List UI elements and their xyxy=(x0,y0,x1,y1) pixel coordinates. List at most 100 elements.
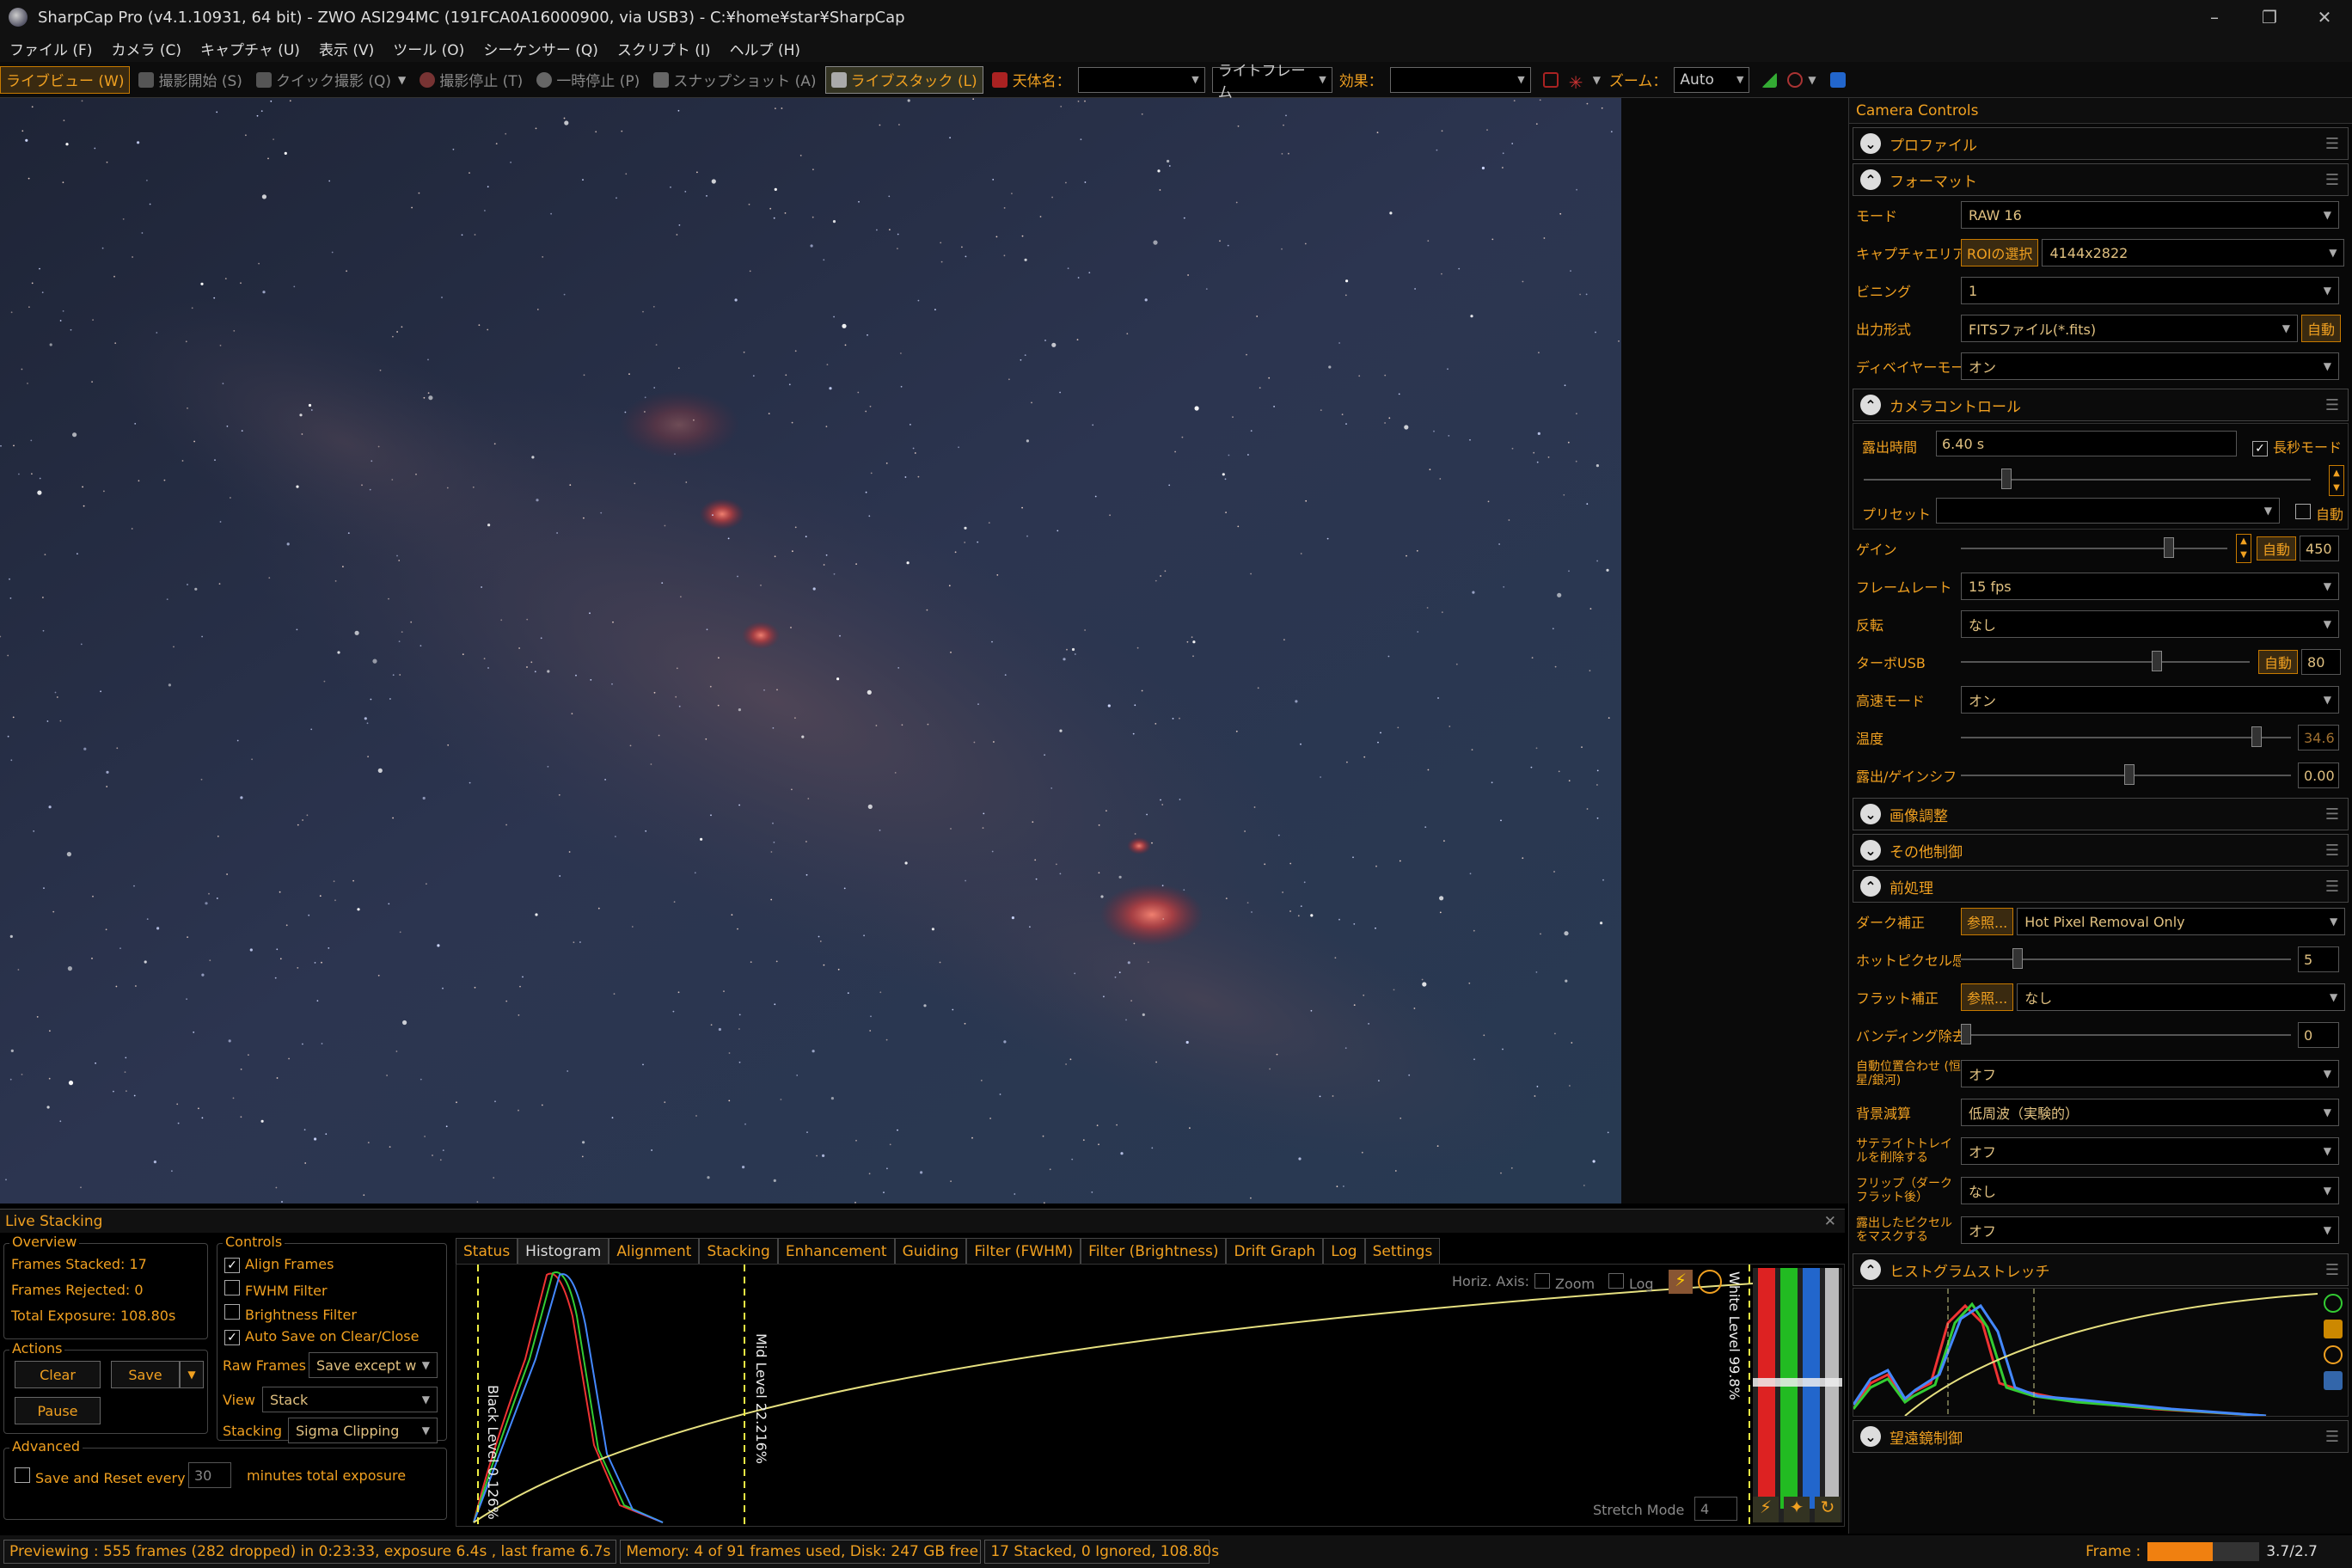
exposure-stepper[interactable]: ▲ ▼ xyxy=(2329,465,2344,496)
exposure-gain-shift-thumb[interactable] xyxy=(2124,764,2135,785)
save-button[interactable]: Save xyxy=(111,1361,180,1388)
fwhm-filter-checkbox[interactable]: FWHM Filter xyxy=(224,1280,328,1299)
color-level-sliders[interactable] xyxy=(1753,1268,1842,1522)
capture-area-select[interactable]: 4144x2822 ▼ xyxy=(2042,239,2345,266)
preset-select[interactable]: ▼ xyxy=(1936,498,2280,524)
auto-align-select[interactable]: オフ ▼ xyxy=(1961,1060,2339,1087)
gain-stepper[interactable]: ▲ ▼ xyxy=(2236,534,2251,563)
flip-dark-select[interactable]: なし ▼ xyxy=(1961,1177,2339,1204)
star-icon[interactable]: ✦ xyxy=(1784,1497,1810,1522)
exposure-slider[interactable] xyxy=(1864,469,2311,489)
live-stack-button[interactable]: ライブスタック (L) xyxy=(824,65,983,94)
debayer-select[interactable]: オン ▼ xyxy=(1961,352,2339,380)
save-dropdown-button[interactable]: ▼ xyxy=(180,1361,204,1388)
exposure-gain-shift-input[interactable]: 0.00 xyxy=(2298,763,2339,788)
tab-log[interactable]: Log xyxy=(1323,1238,1365,1264)
menu-icon[interactable]: ☰ xyxy=(2325,1261,2339,1279)
frame-type-select[interactable]: ライトフレーム ▼ xyxy=(1211,63,1332,101)
section-format[interactable]: ⌃ フォーマット ☰ xyxy=(1853,163,2349,196)
chevron-down-icon[interactable]: ▼ xyxy=(1593,74,1601,86)
view-select[interactable]: Stack ▼ xyxy=(262,1387,438,1412)
brightness-filter-checkbox[interactable]: Brightness Filter xyxy=(224,1304,357,1323)
exposure-gain-shift-slider[interactable] xyxy=(1961,764,2291,785)
save-reset-checkbox[interactable]: Save and Reset every xyxy=(15,1467,186,1486)
info-icon[interactable] xyxy=(2324,1294,2343,1313)
bg-subtract-select[interactable]: 低周波（実験的） ▼ xyxy=(1961,1099,2339,1126)
menu-camera[interactable]: カメラ (C) xyxy=(101,38,191,59)
satellite-trail-select[interactable]: オフ ▼ xyxy=(1961,1137,2339,1165)
tab-enhancement[interactable]: Enhancement xyxy=(777,1238,895,1264)
tab-stacking[interactable]: Stacking xyxy=(699,1238,778,1264)
banding-slider[interactable] xyxy=(1961,1024,2291,1044)
clear-button[interactable]: Clear xyxy=(15,1361,101,1388)
tool-icon[interactable] xyxy=(1829,71,1846,88)
save-icon[interactable] xyxy=(2324,1371,2343,1390)
roi-icon[interactable] xyxy=(1542,71,1559,88)
zoom-checkbox[interactable]: Zoom xyxy=(1534,1273,1595,1292)
crosshair-icon[interactable]: ✳ xyxy=(1569,72,1588,93)
align-frames-checkbox[interactable]: ✓ Align Frames xyxy=(224,1256,334,1273)
section-camera-control[interactable]: ⌃ カメラコントロール ☰ xyxy=(1853,389,2349,421)
exposure-slider-thumb[interactable] xyxy=(2001,469,2012,489)
section-profile[interactable]: ⌄ プロファイル ☰ xyxy=(1853,127,2349,160)
stacking-select[interactable]: Sigma Clipping ▼ xyxy=(288,1418,438,1443)
close-icon[interactable]: ✕ xyxy=(1824,1213,1836,1230)
close-button[interactable]: ✕ xyxy=(2297,0,2352,34)
chevron-down-icon[interactable]: ▼ xyxy=(398,74,406,86)
turbo-slider[interactable] xyxy=(1961,651,2250,671)
target-icon[interactable] xyxy=(1787,71,1804,88)
tab-filter-brightness[interactable]: Filter (Brightness) xyxy=(1081,1238,1227,1264)
snapshot-button[interactable]: スナップショット (A) xyxy=(648,66,821,94)
target-name-select[interactable]: ▼ xyxy=(1077,66,1205,93)
output-auto-button[interactable]: 自動 xyxy=(2301,315,2342,342)
stack-histogram[interactable]: Black Level 0.126% Mid Level 22.216% Whi… xyxy=(456,1264,1845,1527)
log-checkbox[interactable]: Log xyxy=(1608,1273,1654,1292)
section-histogram-stretch[interactable]: ⌃ ヒストグラムストレッチ ☰ xyxy=(1853,1253,2349,1286)
gain-auto-button[interactable]: 自動 xyxy=(2257,536,2297,560)
menu-view[interactable]: 表示 (V) xyxy=(309,38,383,59)
gain-slider-thumb[interactable] xyxy=(2164,537,2174,558)
section-preprocess[interactable]: ⌃ 前処理 ☰ xyxy=(1853,870,2349,903)
zoom-select[interactable]: Auto ▼ xyxy=(1674,66,1750,93)
quick-capture-button[interactable]: クイック撮影 (Q) ▼ xyxy=(251,66,411,94)
banding-input[interactable]: 0 xyxy=(2298,1022,2339,1048)
turbo-input[interactable]: 80 xyxy=(2301,649,2342,675)
preset-auto-checkbox[interactable]: 自動 xyxy=(2295,503,2343,524)
mini-histogram[interactable] xyxy=(1853,1288,2349,1417)
tab-guiding[interactable]: Guiding xyxy=(894,1238,967,1264)
mode-select[interactable]: RAW 16 ▼ xyxy=(1961,201,2339,229)
menu-file[interactable]: ファイル (F) xyxy=(0,38,101,59)
exposure-input[interactable]: 6.40 s xyxy=(1936,431,2237,456)
stretch-mode-input[interactable]: 4 xyxy=(1694,1497,1737,1521)
gain-input[interactable]: 450 xyxy=(2300,536,2340,561)
auto-save-checkbox[interactable]: ✓ Auto Save on Clear/Close xyxy=(224,1328,419,1345)
reset-icon[interactable] xyxy=(2324,1345,2343,1364)
dark-browse-button[interactable]: 参照... xyxy=(1961,908,2014,935)
reset-icon[interactable]: ↻ xyxy=(1815,1497,1841,1522)
tab-filter-fwhm[interactable]: Filter (FWHM) xyxy=(966,1238,1081,1264)
section-other-controls[interactable]: ⌄ その他制御 ☰ xyxy=(1853,834,2349,867)
banding-slider-thumb[interactable] xyxy=(1961,1024,1971,1044)
hotpixel-slider-thumb[interactable] xyxy=(2012,948,2023,969)
minimize-button[interactable]: – xyxy=(2187,0,2242,34)
menu-icon[interactable]: ☰ xyxy=(2325,842,2339,860)
section-telescope[interactable]: ⌄ 望遠鏡制御 ☰ xyxy=(1853,1420,2349,1453)
menu-icon[interactable]: ☰ xyxy=(2325,878,2339,896)
framerate-select[interactable]: 15 fps ▼ xyxy=(1961,573,2339,600)
mask-pixels-select[interactable]: オフ ▼ xyxy=(1961,1216,2339,1244)
live-preview-button[interactable]: ライブビュー (W) xyxy=(0,65,131,94)
hotpixel-slider[interactable] xyxy=(1961,948,2291,969)
highspeed-select[interactable]: オン ▼ xyxy=(1961,686,2339,714)
menu-icon[interactable]: ☰ xyxy=(2325,1428,2339,1446)
roi-select-button[interactable]: ROIの選択 xyxy=(1961,239,2039,266)
tab-histogram[interactable]: Histogram xyxy=(518,1238,609,1264)
menu-icon[interactable]: ☰ xyxy=(2325,805,2339,824)
binning-select[interactable]: 1 ▼ xyxy=(1961,277,2339,304)
menu-capture[interactable]: キャプチャ (U) xyxy=(191,38,309,59)
effect-select[interactable]: ▼ xyxy=(1389,66,1531,93)
turbo-slider-thumb[interactable] xyxy=(2152,651,2162,671)
flip-select[interactable]: なし ▼ xyxy=(1961,610,2339,638)
lightning-icon[interactable] xyxy=(2324,1320,2343,1338)
turbo-auto-button[interactable]: 自動 xyxy=(2258,650,2299,674)
reset-icon[interactable] xyxy=(1698,1270,1722,1294)
